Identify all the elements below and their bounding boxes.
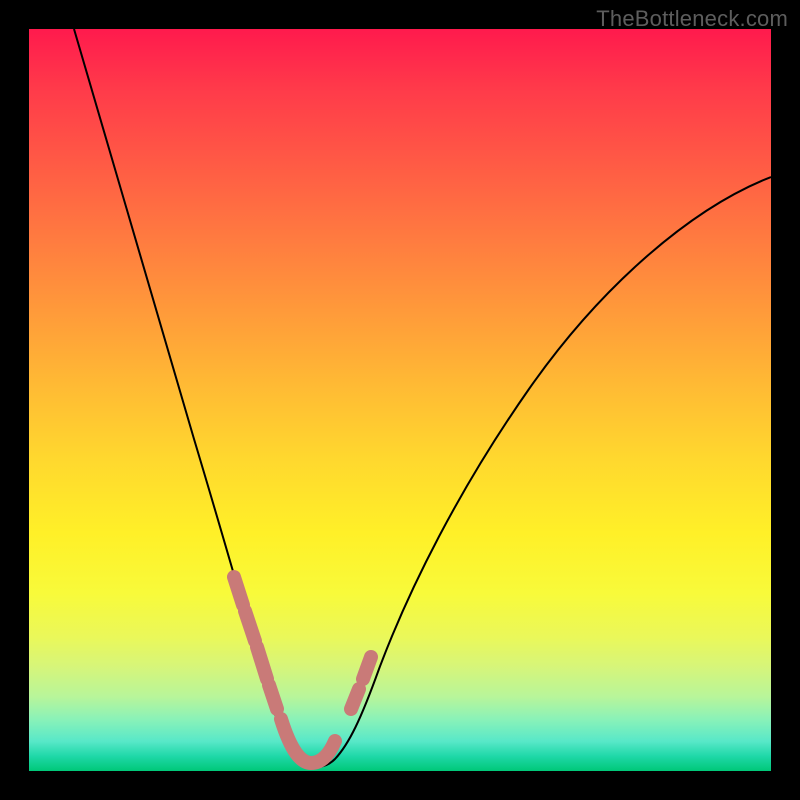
bottleneck-curve-svg <box>29 29 771 771</box>
bottleneck-curve <box>74 29 771 767</box>
highlight-left-descent <box>234 577 277 709</box>
highlight-valley-floor <box>281 719 335 763</box>
highlight-right-ascent <box>351 657 371 709</box>
chart-area <box>29 29 771 771</box>
